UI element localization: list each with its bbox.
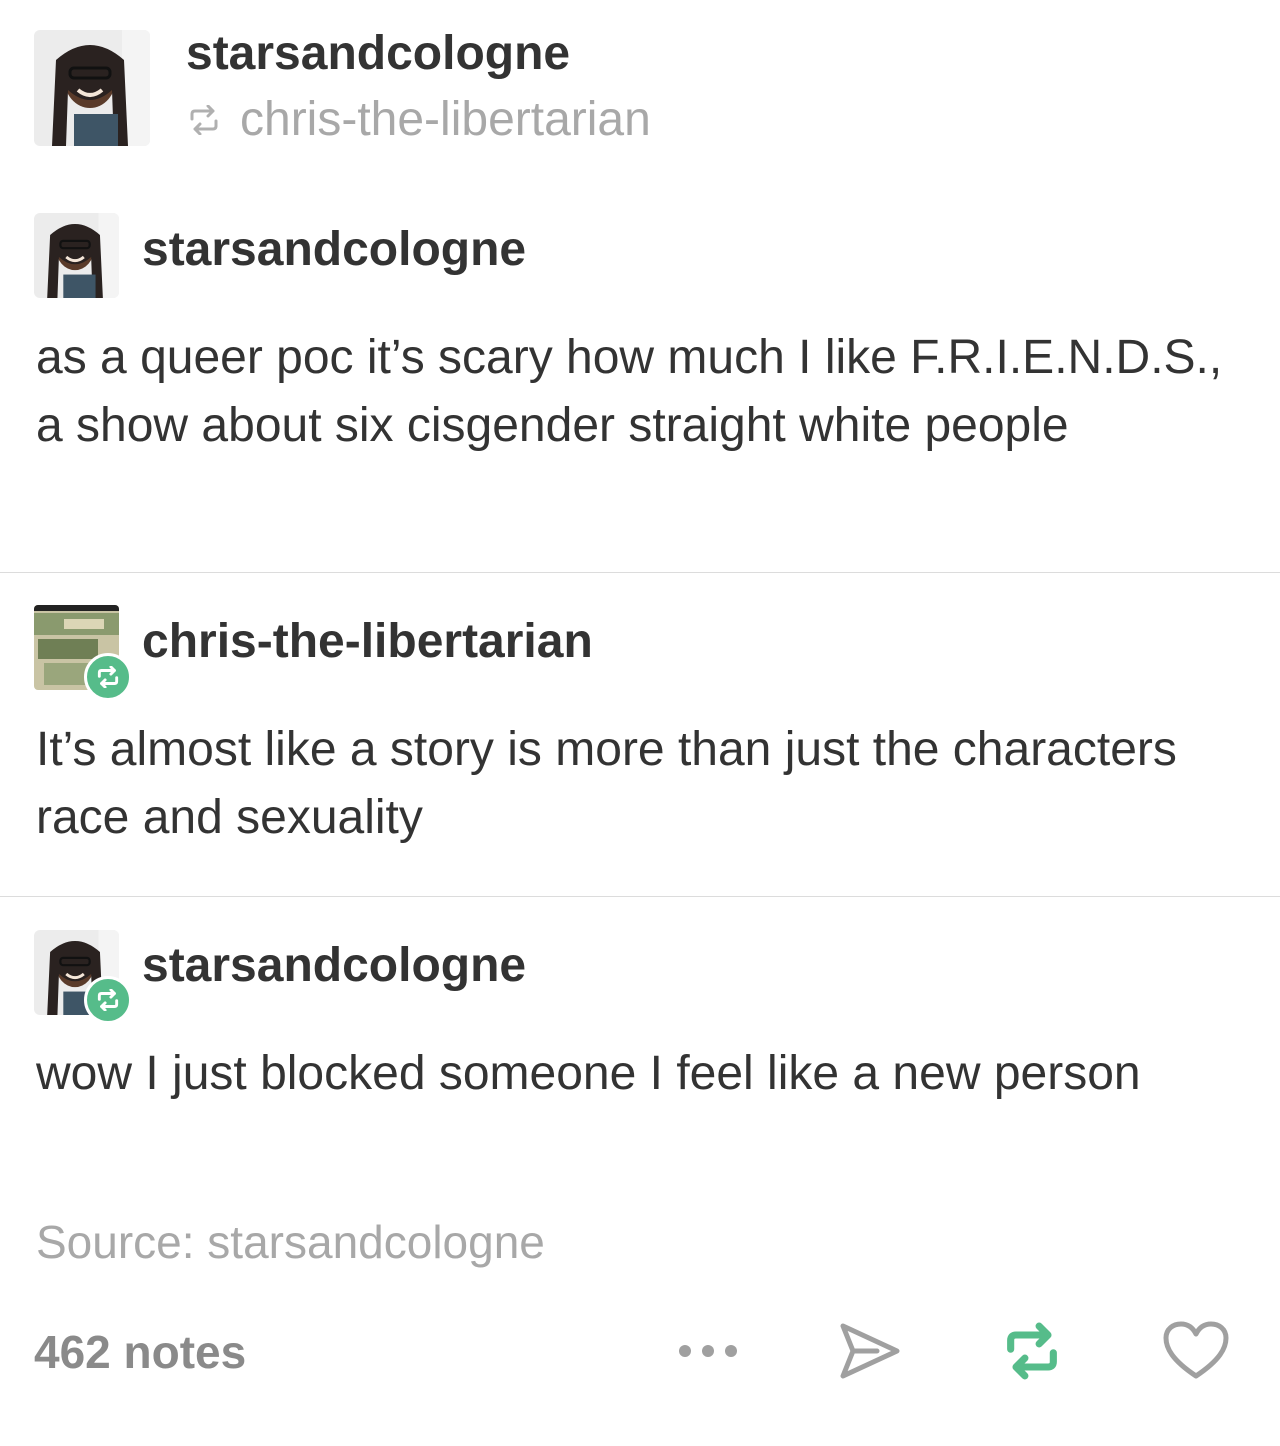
thread-author[interactable]: chris-the-libertarian [142, 614, 593, 670]
reblog-badge [84, 653, 132, 701]
blog-name[interactable]: starsandcologne [186, 26, 570, 82]
avatar[interactable] [34, 30, 150, 146]
notes-count[interactable]: 462 notes [34, 1322, 246, 1382]
avatar-image [34, 30, 150, 146]
post-source[interactable]: Source: starsandcologne [36, 1212, 545, 1272]
reblog-badge [84, 976, 132, 1024]
share-icon[interactable] [830, 1316, 910, 1386]
reblog-icon [97, 989, 119, 1011]
avatar[interactable] [34, 213, 119, 298]
reblogged-from-name: chris-the-libertarian [240, 93, 651, 146]
reblog-icon [97, 666, 119, 688]
reblog-icon [186, 105, 226, 135]
divider [0, 896, 1280, 897]
thread-text: as a queer poc it’s scary how much I lik… [36, 331, 1223, 452]
more-icon[interactable] [668, 1326, 748, 1376]
reblog-icon [1007, 1322, 1057, 1380]
reblogged-from[interactable]: chris-the-libertarian [186, 92, 651, 148]
thread-text: wow I just blocked someone I feel like a… [36, 1047, 1141, 1100]
thread-author[interactable]: starsandcologne [142, 938, 526, 994]
thread-text: It’s almost like a story is more than ju… [36, 723, 1177, 844]
divider [0, 572, 1280, 573]
thread-author[interactable]: starsandcologne [142, 222, 526, 278]
heart-icon[interactable] [1156, 1314, 1236, 1388]
avatar-image [34, 213, 119, 298]
reblog-button[interactable] [992, 1314, 1072, 1388]
